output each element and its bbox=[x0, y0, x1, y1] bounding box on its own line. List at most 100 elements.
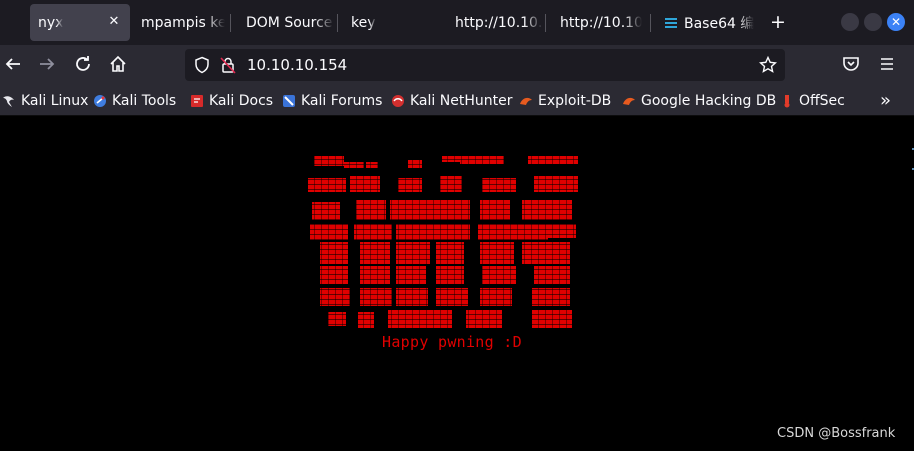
ascii-art-gridline bbox=[370, 154, 371, 334]
kali-docs-icon bbox=[191, 95, 203, 107]
bookmark-label: Kali Forums bbox=[301, 93, 383, 109]
ascii-art-gridline bbox=[566, 154, 567, 334]
bookmark-kali-forums[interactable]: Kali Forums bbox=[282, 92, 382, 110]
back-button[interactable] bbox=[2, 55, 24, 77]
tab-base64[interactable]: Base64 编 bbox=[656, 4, 754, 41]
ascii-art-gridline bbox=[475, 154, 476, 334]
bookmark-label: Kali Tools bbox=[112, 93, 177, 109]
insecure-lock-icon[interactable] bbox=[219, 56, 237, 74]
url-text[interactable]: 10.10.10.154 bbox=[247, 56, 347, 74]
close-tab-icon[interactable]: ✕ bbox=[106, 14, 122, 30]
app-menu-button[interactable] bbox=[876, 55, 898, 77]
bookmark-exploit-db[interactable]: Exploit-DB bbox=[519, 92, 611, 110]
ascii-art-gridline bbox=[377, 154, 378, 334]
tab-mpampis-key[interactable]: mpampis key bbox=[133, 4, 225, 41]
page-content: Happy pwning :D CSDN @Bossfrank bbox=[0, 116, 914, 451]
reload-icon bbox=[76, 56, 90, 71]
ascii-art-gridline bbox=[433, 154, 434, 334]
tab-label: mpampis key bbox=[141, 14, 225, 31]
ascii-art-gridline bbox=[573, 154, 574, 334]
tab-separator bbox=[545, 14, 546, 32]
exploit-db-icon bbox=[520, 97, 532, 105]
ascii-art-gridline bbox=[552, 154, 553, 334]
ascii-art-gridline bbox=[384, 154, 385, 334]
home-button[interactable] bbox=[107, 55, 129, 77]
address-bar[interactable]: 10.10.10.154 bbox=[185, 49, 785, 81]
ascii-art-gridline bbox=[412, 154, 413, 334]
ascii-art-gridline bbox=[531, 154, 532, 334]
ascii-art-gridline bbox=[363, 154, 364, 334]
tab-label: DOM Source bbox=[246, 14, 333, 31]
ascii-art-gridline bbox=[524, 154, 525, 334]
bookmark-kali-linux[interactable]: Kali Linux bbox=[2, 92, 88, 110]
tab-nyx[interactable]: nyx ✕ bbox=[30, 4, 130, 41]
new-tab-button[interactable]: + bbox=[768, 12, 788, 32]
tab-separator bbox=[337, 14, 338, 32]
ascii-art-block bbox=[532, 288, 570, 306]
bookmark-star-icon[interactable] bbox=[759, 56, 777, 74]
nyx-ascii-art-logo bbox=[300, 154, 585, 334]
tab-label: http://10.10.10 bbox=[560, 14, 642, 31]
ascii-art-gridline bbox=[461, 154, 462, 334]
nethunter-icon bbox=[392, 95, 404, 107]
bookmark-kali-tools[interactable]: Kali Tools bbox=[93, 92, 176, 110]
ascii-art-gridline bbox=[321, 154, 322, 334]
hamburger-menu-icon bbox=[881, 58, 893, 70]
ascii-art-block bbox=[360, 242, 390, 264]
ascii-art-gridline bbox=[391, 154, 392, 334]
minimize-window-button[interactable] bbox=[841, 13, 859, 31]
base64-favicon-icon bbox=[665, 17, 677, 28]
bookmark-kali-nethunter[interactable]: Kali NetHunter bbox=[391, 92, 512, 110]
ascii-art-gridline bbox=[538, 154, 539, 334]
ascii-art-block bbox=[354, 224, 392, 240]
tab-label: Base64 编 bbox=[684, 15, 754, 32]
ascii-art-gridline bbox=[398, 154, 399, 334]
ascii-art-gridline bbox=[314, 154, 315, 334]
ascii-art-gridline bbox=[559, 154, 560, 334]
bookmark-kali-docs[interactable]: Kali Docs bbox=[190, 92, 273, 110]
bookmark-label: Google Hacking DB bbox=[641, 93, 777, 109]
tagline-text: Happy pwning :D bbox=[382, 333, 522, 351]
tab-label: nyx bbox=[38, 14, 64, 31]
navigation-toolbar: 10.10.10.154 bbox=[0, 45, 914, 86]
bookmark-google-hacking-db[interactable]: Google Hacking DB bbox=[622, 92, 776, 110]
ascii-art-gridline bbox=[454, 154, 455, 334]
tab-http-1[interactable]: http://10.10.10 bbox=[447, 4, 543, 41]
tab-strip: nyx ✕ mpampis key DOM Source key http://… bbox=[0, 0, 914, 45]
bookmark-offsec[interactable]: OffSec bbox=[780, 92, 845, 110]
maximize-window-button[interactable] bbox=[864, 13, 882, 31]
ascii-art-gridline bbox=[405, 154, 406, 334]
ascii-art-gridline bbox=[468, 154, 469, 334]
ascii-art-gridline bbox=[342, 154, 343, 334]
close-window-button[interactable]: ✕ bbox=[887, 13, 905, 31]
kali-dragon-icon bbox=[3, 96, 14, 107]
bookmark-label: Kali Linux bbox=[21, 93, 89, 109]
ascii-art-gridline bbox=[356, 154, 357, 334]
reload-button[interactable] bbox=[72, 55, 94, 77]
tab-separator bbox=[650, 14, 651, 32]
back-arrow-icon bbox=[5, 58, 20, 70]
bookmark-label: Exploit-DB bbox=[538, 93, 612, 109]
kali-forums-icon bbox=[283, 95, 295, 107]
shield-icon[interactable] bbox=[193, 56, 211, 74]
ascii-art-gridline bbox=[545, 154, 546, 334]
tab-http-2[interactable]: http://10.10.10 bbox=[552, 4, 642, 41]
ascii-art-gridline bbox=[300, 154, 301, 334]
kali-tools-icon bbox=[94, 95, 106, 107]
home-icon bbox=[110, 55, 126, 72]
more-bookmarks-chevron-icon[interactable]: » bbox=[880, 90, 891, 111]
tab-dom-source[interactable]: DOM Source bbox=[238, 4, 334, 41]
ascii-art-gridline bbox=[349, 154, 350, 334]
bookmark-label: OffSec bbox=[799, 93, 845, 109]
pocket-button[interactable] bbox=[840, 55, 862, 77]
ascii-art-gridline bbox=[510, 154, 511, 334]
forward-button[interactable] bbox=[36, 55, 58, 77]
ascii-art-gridline bbox=[440, 154, 441, 334]
ascii-art-gridline bbox=[496, 154, 497, 334]
tab-key[interactable]: key bbox=[343, 4, 433, 41]
tab-label: key bbox=[351, 14, 376, 31]
ascii-art-gridline bbox=[517, 154, 518, 334]
bookmark-label: Kali NetHunter bbox=[410, 93, 513, 109]
ascii-art-gridline bbox=[447, 154, 448, 334]
ascii-art-gridline bbox=[482, 154, 483, 334]
